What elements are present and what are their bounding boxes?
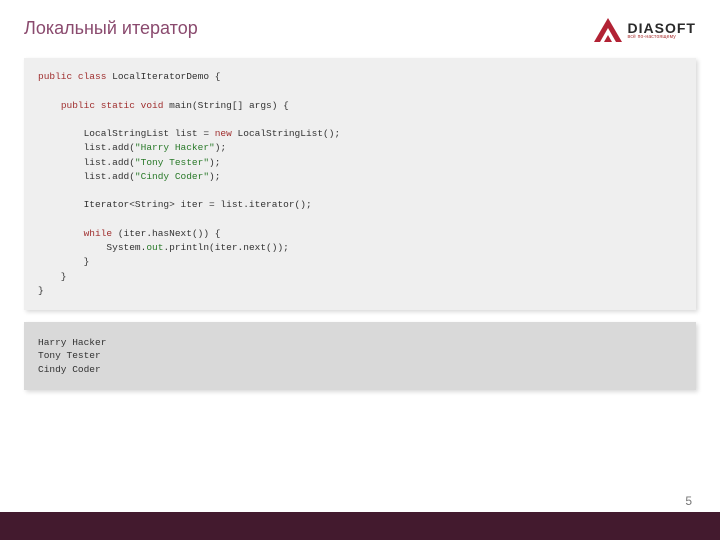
output-block: Harry Hacker Tony Tester Cindy Coder: [24, 322, 696, 390]
code-block: public class LocalIteratorDemo { public …: [24, 58, 696, 310]
logo-text: DIASOFT всё по-настоящему: [628, 21, 696, 40]
slide-header: Локальный итератор DIASOFT всё по-настоя…: [0, 0, 720, 50]
page-number: 5: [685, 494, 692, 508]
logo-tagline: всё по-настоящему: [628, 35, 696, 40]
logo-name: DIASOFT: [628, 21, 696, 35]
slide-title: Локальный итератор: [24, 18, 198, 39]
logo-icon: [594, 18, 622, 42]
brand-logo: DIASOFT всё по-настоящему: [594, 18, 696, 42]
footer-bar: [0, 512, 720, 540]
